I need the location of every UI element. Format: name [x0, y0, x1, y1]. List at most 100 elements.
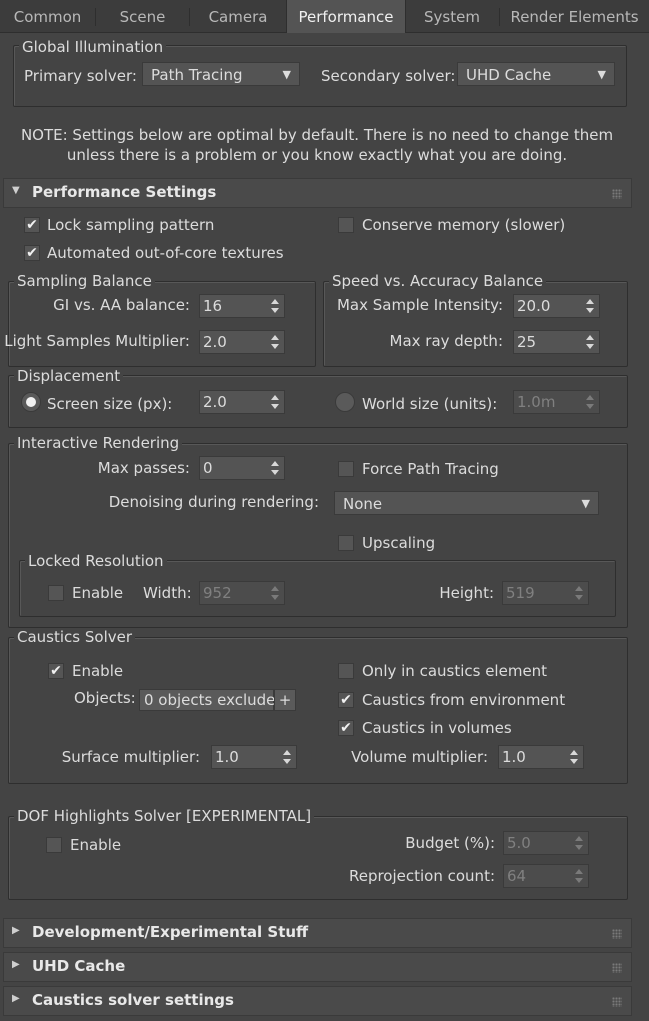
- screen-size-label: Screen size (px):: [47, 395, 173, 413]
- spinner-arrows-icon[interactable]: [586, 334, 594, 350]
- primary-solver-label: Primary solver:: [24, 67, 137, 85]
- dof-enable-checkbox[interactable]: [46, 837, 62, 853]
- light-samples-multiplier-label: Light Samples Multiplier:: [4, 332, 190, 350]
- conserve-memory-checkbox[interactable]: [338, 217, 354, 233]
- spinner-arrows-icon[interactable]: [271, 585, 279, 601]
- force-path-tracing-checkbox[interactable]: [338, 461, 354, 477]
- height-label: Height:: [439, 584, 494, 602]
- note-line-1: NOTE: Settings below are optimal by defa…: [20, 126, 614, 144]
- height-spinner[interactable]: 519: [502, 581, 589, 605]
- objects-label: Objects:: [74, 689, 136, 707]
- world-size-radio[interactable]: [335, 392, 355, 412]
- width-value: 952: [203, 584, 232, 602]
- height-value: 519: [506, 584, 535, 602]
- objects-excluded-button[interactable]: 0 objects excluded: [139, 689, 285, 711]
- rollout-collapsed-icon: ▶: [12, 993, 20, 1004]
- max-passes-spinner[interactable]: 0: [199, 456, 285, 480]
- max-ray-depth-spinner[interactable]: 25: [513, 330, 600, 354]
- force-path-tracing-label: Force Path Tracing: [362, 460, 499, 478]
- spinner-arrows-icon[interactable]: [271, 334, 279, 350]
- speed-accuracy-title: Speed vs. Accuracy Balance: [329, 272, 547, 290]
- reprojection-count-value: 64: [507, 867, 527, 885]
- secondary-solver-value: UHD Cache: [466, 66, 552, 84]
- spinner-arrows-icon[interactable]: [575, 585, 583, 601]
- drag-grip-icon[interactable]: [612, 997, 622, 1007]
- screen-size-radio[interactable]: [21, 392, 41, 412]
- reprojection-count-label: Reprojection count:: [348, 867, 495, 885]
- conserve-memory-label: Conserve memory (slower): [362, 216, 566, 234]
- spinner-arrows-icon[interactable]: [575, 868, 583, 884]
- only-caustics-element-checkbox[interactable]: [338, 663, 354, 679]
- max-sample-intensity-spinner[interactable]: 20.0: [513, 294, 600, 318]
- upscaling-checkbox[interactable]: [338, 535, 354, 551]
- tab-scene[interactable]: Scene: [96, 0, 189, 32]
- denoising-label: Denoising during rendering:: [108, 493, 319, 511]
- locked-resolution-enable-label: Enable: [72, 584, 124, 602]
- dropdown-arrow-icon: ▼: [597, 68, 606, 81]
- tab-common[interactable]: Common: [0, 0, 95, 32]
- tab-bar: Common Scene Camera Performance System R…: [0, 0, 649, 33]
- secondary-solver-dropdown[interactable]: UHD Cache ▼: [457, 62, 615, 86]
- tab-system[interactable]: System: [405, 0, 499, 32]
- caustics-environment-checkbox[interactable]: ✔: [338, 692, 354, 708]
- caustics-solver-title: Caustics Solver: [14, 628, 136, 646]
- surface-multiplier-spinner[interactable]: 1.0: [211, 745, 297, 769]
- screen-size-value: 2.0: [203, 393, 227, 411]
- light-samples-multiplier-spinner[interactable]: 2.0: [199, 330, 285, 354]
- only-caustics-element-label: Only in caustics element: [362, 662, 548, 680]
- caustics-settings-rollout-header[interactable]: ▶ Caustics solver settings: [3, 986, 632, 1016]
- add-objects-button[interactable]: +: [274, 689, 296, 711]
- reprojection-count-spinner[interactable]: 64: [503, 864, 589, 888]
- world-size-spinner[interactable]: 1.0m: [513, 390, 600, 414]
- tab-render-elements[interactable]: Render Elements: [500, 0, 649, 32]
- dof-enable-label: Enable: [70, 836, 122, 854]
- screen-size-spinner[interactable]: 2.0: [199, 390, 285, 414]
- caustics-volumes-checkbox[interactable]: ✔: [338, 720, 354, 736]
- spinner-arrows-icon[interactable]: [586, 394, 594, 410]
- uhd-cache-rollout-title: UHD Cache: [32, 957, 126, 975]
- primary-solver-value: Path Tracing: [151, 66, 243, 84]
- spinner-arrows-icon[interactable]: [271, 298, 279, 314]
- volume-multiplier-spinner[interactable]: 1.0: [498, 745, 584, 769]
- tab-performance[interactable]: Performance: [286, 0, 406, 33]
- spinner-arrows-icon[interactable]: [271, 394, 279, 410]
- spinner-arrows-icon[interactable]: [570, 749, 578, 765]
- rollout-collapsed-icon: ▶: [12, 925, 20, 936]
- caustics-settings-rollout-title: Caustics solver settings: [32, 991, 234, 1009]
- uhd-cache-rollout-header[interactable]: ▶ UHD Cache: [3, 952, 632, 982]
- gi-aa-balance-label: GI vs. AA balance:: [53, 296, 190, 314]
- dropdown-arrow-icon: ▼: [282, 68, 291, 81]
- rollout-expanded-icon: ▼: [12, 185, 20, 196]
- volume-multiplier-value: 1.0: [502, 748, 526, 766]
- global-illumination-title: Global Illumination: [19, 38, 167, 56]
- world-size-label: World size (units):: [362, 395, 498, 413]
- development-rollout-title: Development/Experimental Stuff: [32, 923, 309, 941]
- max-sample-intensity-label: Max Sample Intensity:: [336, 296, 503, 314]
- spinner-arrows-icon[interactable]: [271, 460, 279, 476]
- development-rollout-header[interactable]: ▶ Development/Experimental Stuff: [3, 918, 632, 948]
- drag-grip-icon[interactable]: [612, 189, 622, 199]
- denoising-dropdown[interactable]: None ▼: [334, 491, 599, 515]
- caustics-enable-checkbox[interactable]: ✔: [48, 663, 64, 679]
- max-ray-depth-value: 25: [517, 333, 537, 351]
- spinner-arrows-icon[interactable]: [586, 298, 594, 314]
- upscaling-label: Upscaling: [362, 534, 436, 552]
- world-size-value: 1.0m: [517, 393, 556, 411]
- width-spinner[interactable]: 952: [199, 581, 285, 605]
- spinner-arrows-icon[interactable]: [283, 749, 291, 765]
- dof-highlights-title: DOF Highlights Solver [EXPERIMENTAL]: [14, 807, 315, 825]
- light-samples-multiplier-value: 2.0: [203, 333, 227, 351]
- rollout-collapsed-icon: ▶: [12, 959, 20, 970]
- drag-grip-icon[interactable]: [612, 929, 622, 939]
- performance-settings-rollout-header[interactable]: ▼ Performance Settings: [3, 178, 632, 208]
- locked-resolution-enable-checkbox[interactable]: [48, 585, 64, 601]
- tab-camera[interactable]: Camera: [190, 0, 286, 32]
- denoising-value: None: [343, 495, 383, 513]
- primary-solver-dropdown[interactable]: Path Tracing ▼: [142, 62, 300, 86]
- lock-sampling-checkbox[interactable]: ✔: [24, 217, 40, 233]
- budget-spinner[interactable]: 5.0: [503, 831, 589, 855]
- gi-aa-balance-spinner[interactable]: 16: [199, 294, 285, 318]
- drag-grip-icon[interactable]: [612, 963, 622, 973]
- out-of-core-checkbox[interactable]: ✔: [24, 245, 40, 261]
- spinner-arrows-icon[interactable]: [575, 835, 583, 851]
